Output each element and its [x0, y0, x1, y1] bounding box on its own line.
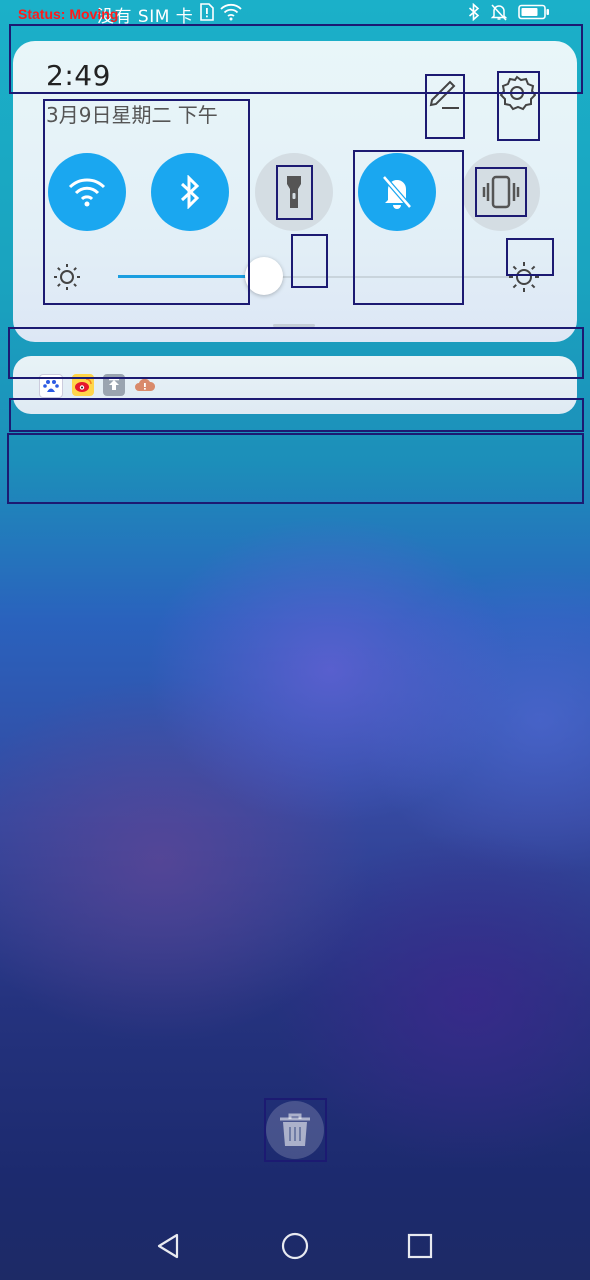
settings-icon [499, 75, 537, 111]
trash-icon [280, 1113, 310, 1146]
quick-settings-panel: 2:49 3月9日星期二 下午 [13, 41, 577, 342]
bell-off-icon [382, 175, 412, 209]
upload-app-icon [103, 374, 125, 396]
tile-flashlight[interactable] [255, 153, 333, 231]
flashlight-icon [287, 176, 301, 208]
navigation-bar [0, 1214, 590, 1280]
clock-time: 2:49 [46, 59, 111, 92]
battery-icon [518, 4, 549, 20]
recents-icon [407, 1233, 433, 1259]
cloud-app-icon [134, 374, 156, 396]
sim-alert-icon [200, 3, 214, 21]
brightness-track-fill [118, 275, 264, 278]
recents-button[interactable] [404, 1230, 436, 1262]
brightness-slider[interactable] [53, 257, 543, 295]
brightness-thumb[interactable] [244, 257, 283, 295]
brightness-low-icon [54, 264, 80, 290]
annotation-box [7, 433, 584, 504]
status-debug-label: Status: Moving [18, 6, 119, 22]
back-button[interactable] [152, 1230, 184, 1262]
home-icon [281, 1232, 309, 1260]
bluetooth-icon [468, 3, 480, 21]
status-icons-right [468, 3, 550, 21]
home-button[interactable] [279, 1230, 311, 1262]
tile-silent[interactable] [358, 153, 436, 231]
weibo-app-icon [72, 374, 94, 396]
baidu-app-icon [39, 374, 63, 398]
vibrate-icon [482, 175, 520, 209]
clock-date: 3月9日星期二 下午 [46, 103, 218, 127]
notification-app-icons [39, 374, 156, 398]
clear-notifications-button[interactable] [266, 1101, 324, 1159]
tile-bluetooth[interactable] [151, 153, 229, 231]
wifi-icon [220, 3, 242, 21]
status-icons-left [199, 3, 242, 21]
brightness-high-icon [509, 262, 539, 292]
bluetooth-icon [180, 175, 200, 209]
edit-button[interactable] [426, 74, 462, 110]
tile-vibrate[interactable] [462, 153, 540, 231]
panel-drag-handle[interactable] [273, 324, 315, 327]
edit-icon [429, 80, 459, 109]
notification-summary[interactable] [13, 356, 577, 414]
wifi-icon [68, 178, 106, 207]
mute-icon [490, 4, 508, 21]
tile-wifi[interactable] [48, 153, 126, 231]
settings-button[interactable] [498, 74, 537, 112]
back-icon [157, 1233, 179, 1259]
